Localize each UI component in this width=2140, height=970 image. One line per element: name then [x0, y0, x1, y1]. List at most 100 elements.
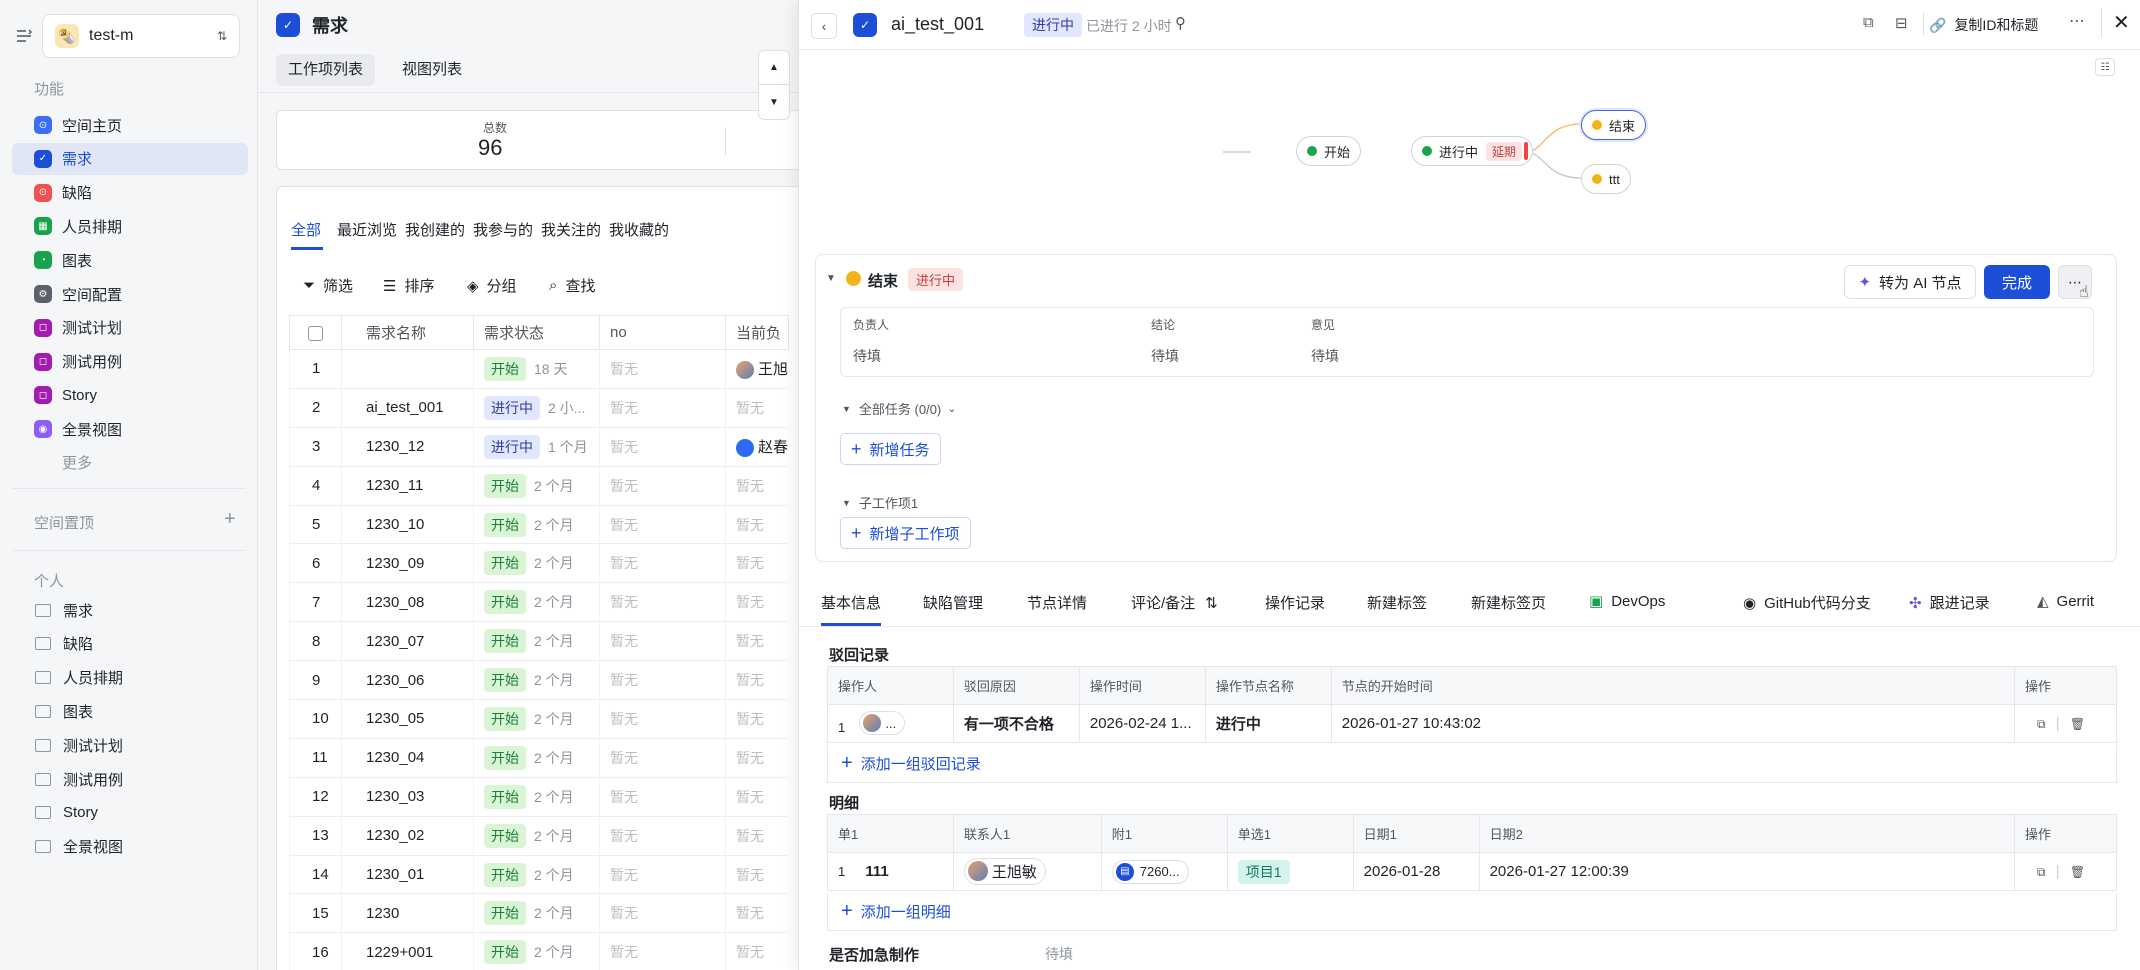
col-header-no[interactable]: no	[599, 315, 726, 350]
space-selector[interactable]: 🌯 test-m ⇅	[42, 14, 240, 58]
requirement-name[interactable]: 1230_01	[341, 855, 474, 895]
requirement-name[interactable]: 1229+001	[341, 932, 474, 970]
status-cell[interactable]: 开始 2 个月	[473, 582, 600, 623]
detail-tab[interactable]: 新建标签	[1367, 592, 1427, 613]
detail-tab[interactable]: ✣ 跟进记录	[1909, 592, 1990, 613]
detail-tab[interactable]: 缺陷管理	[923, 592, 983, 613]
personal-folder-item[interactable]: 图表	[12, 695, 248, 727]
find-button[interactable]: ⌕ 查找	[549, 275, 595, 296]
status-cell[interactable]: 开始 2 个月	[473, 816, 600, 856]
owner-cell[interactable]: 暂无	[725, 777, 789, 817]
date2-cell[interactable]: 2026-01-27 12:00:39	[1478, 852, 2016, 891]
sidebar-item[interactable]: ◔ 图表	[12, 244, 248, 276]
owner-cell[interactable]: 暂无	[725, 582, 789, 623]
single-cell[interactable]: 1 111	[827, 852, 954, 891]
owner-cell[interactable]: 王旭	[725, 349, 789, 389]
attachment-cell[interactable]: ▤ 7260...	[1100, 852, 1228, 891]
status-cell[interactable]: 进行中 2 小...	[473, 388, 600, 428]
list-tab[interactable]: 我关注的	[541, 219, 601, 240]
copy-icon[interactable]: ⧉	[2037, 717, 2046, 731]
sidebar-item[interactable]: ◻ 测试用例	[12, 346, 248, 378]
table-row[interactable]: 16 1229+001 开始 2 个月 暂无 暂无	[289, 932, 789, 970]
sidebar-item[interactable]: ◉ 全景视图	[12, 413, 248, 445]
list-tab[interactable]: 我收藏的	[609, 219, 669, 240]
tasks-toggle[interactable]: ▼ 全部任务 (0/0) ⌄	[842, 399, 956, 418]
requirement-name[interactable]: ai_test_001	[341, 388, 474, 428]
contact-cell[interactable]: 王旭敏	[952, 852, 1102, 891]
layout-toggle-icon[interactable]: ☷	[2095, 58, 2115, 76]
owner-cell[interactable]: 暂无	[725, 738, 789, 778]
personal-folder-item[interactable]: Story	[12, 797, 248, 829]
status-cell[interactable]: 进行中 1 个月	[473, 427, 600, 467]
table-row[interactable]: 8 1230_07 开始 2 个月 暂无 暂无	[289, 621, 789, 662]
requirement-name[interactable]: 1230_12	[341, 427, 474, 467]
sidebar-item[interactable]: ◻ Story	[12, 379, 248, 411]
table-row[interactable]: 10 1230_05 开始 2 个月 暂无 暂无	[289, 699, 789, 739]
requirement-name[interactable]: 1230_07	[341, 621, 474, 662]
personal-folder-item[interactable]: 全景视图	[12, 831, 248, 863]
detail-tab[interactable]: 基本信息	[821, 592, 881, 613]
col-header-owner[interactable]: 当前负	[725, 315, 789, 350]
col-header-name[interactable]: 需求名称	[341, 315, 474, 350]
personal-folder-item[interactable]: 需求	[12, 594, 248, 626]
personal-folder-item[interactable]: 人员排期	[12, 662, 248, 694]
group-button[interactable]: ◈ 分组	[467, 275, 517, 296]
table-row[interactable]: 6 1230_09 开始 2 个月 暂无 暂无	[289, 543, 789, 584]
personal-folder-item[interactable]: 测试计划	[12, 729, 248, 761]
requirement-name[interactable]: 1230_02	[341, 816, 474, 856]
add-pinned-icon[interactable]: +	[224, 508, 236, 531]
flow-node-ttt[interactable]: ttt	[1581, 164, 1631, 194]
sidebar-item[interactable]: ⚙ 空间配置	[12, 278, 248, 310]
table-row[interactable]: 4 1230_11 开始 2 个月 暂无 暂无	[289, 466, 789, 506]
table-row[interactable]: 14 1230_01 开始 2 个月 暂无 暂无	[289, 855, 789, 895]
owner-cell[interactable]: 暂无	[725, 932, 789, 970]
flow-node-start[interactable]: 开始	[1296, 136, 1362, 166]
field-value-owner[interactable]: 待填	[853, 346, 881, 366]
requirement-name[interactable]: 1230_04	[341, 738, 474, 778]
reason-cell[interactable]: 有一项不合格	[952, 704, 1080, 743]
owner-cell[interactable]: 暂无	[725, 466, 789, 506]
requirement-name[interactable]: 1230_06	[341, 660, 474, 701]
sort-button[interactable]: ☰ 排序	[383, 275, 434, 296]
scroll-up-button[interactable]: ▲	[759, 51, 789, 85]
sidebar-item[interactable]: ◻ 测试计划	[12, 312, 248, 344]
owner-cell[interactable]: 赵春	[725, 427, 789, 467]
urgent-value[interactable]: 待填	[1045, 944, 1073, 964]
add-task-button[interactable]: + 新增任务	[840, 433, 941, 465]
detail-tab[interactable]: 节点详情	[1027, 592, 1087, 613]
status-cell[interactable]: 开始 2 个月	[473, 543, 600, 584]
status-cell[interactable]: 开始 2 个月	[473, 777, 600, 817]
tab-views[interactable]: 视图列表	[390, 54, 474, 86]
node-cell[interactable]: 进行中	[1204, 704, 1332, 743]
table-row[interactable]: 1 开始 18 天 暂无 王旭	[289, 349, 789, 389]
flow-node-current[interactable]: 进行中 延期	[1411, 136, 1534, 166]
status-cell[interactable]: 开始 2 个月	[473, 738, 600, 778]
owner-cell[interactable]: 暂无	[725, 505, 789, 545]
filter-button[interactable]: ⏷ 筛选	[303, 275, 353, 296]
detail-status-badge[interactable]: 进行中	[1024, 13, 1082, 37]
time-cell[interactable]: 2026-02-24 1...	[1078, 704, 1206, 743]
list-tab[interactable]: 我参与的	[473, 219, 533, 240]
table-row[interactable]: 5 1230_10 开始 2 个月 暂无 暂无	[289, 505, 789, 545]
tab-work-items[interactable]: 工作项列表	[276, 54, 376, 86]
select-all-checkbox[interactable]	[308, 325, 323, 341]
table-row[interactable]: 7 1230_08 开始 2 个月 暂无 暂无	[289, 582, 789, 623]
requirement-name[interactable]: 1230_03	[341, 777, 474, 817]
requirement-name[interactable]	[341, 349, 474, 389]
status-cell[interactable]: 开始 2 个月	[473, 505, 600, 545]
field-value-conclusion[interactable]: 待填	[1151, 346, 1179, 366]
requirement-name[interactable]: 1230_11	[341, 466, 474, 506]
collapse-caret-icon[interactable]: ▼	[826, 273, 836, 284]
copy-id-title-button[interactable]: 🔗 复制ID和标题	[1929, 12, 2038, 38]
owner-cell[interactable]: 暂无	[725, 855, 789, 895]
copy-icon[interactable]: ⧉	[2037, 865, 2046, 879]
personal-folder-item[interactable]: 缺陷	[12, 628, 248, 660]
detail-tab[interactable]: 新建标签页	[1471, 592, 1546, 613]
requirement-name[interactable]: 1230	[341, 893, 474, 934]
owner-cell[interactable]: 暂无	[725, 543, 789, 584]
convert-ai-node-button[interactable]: ✦ 转为 AI 节点	[1844, 265, 1976, 299]
status-cell[interactable]: 开始 2 个月	[473, 893, 600, 934]
col-header-status[interactable]: 需求状态	[473, 315, 600, 350]
requirement-name[interactable]: 1230_05	[341, 699, 474, 739]
table-row[interactable]: 11 1230_04 开始 2 个月 暂无 暂无	[289, 738, 789, 778]
